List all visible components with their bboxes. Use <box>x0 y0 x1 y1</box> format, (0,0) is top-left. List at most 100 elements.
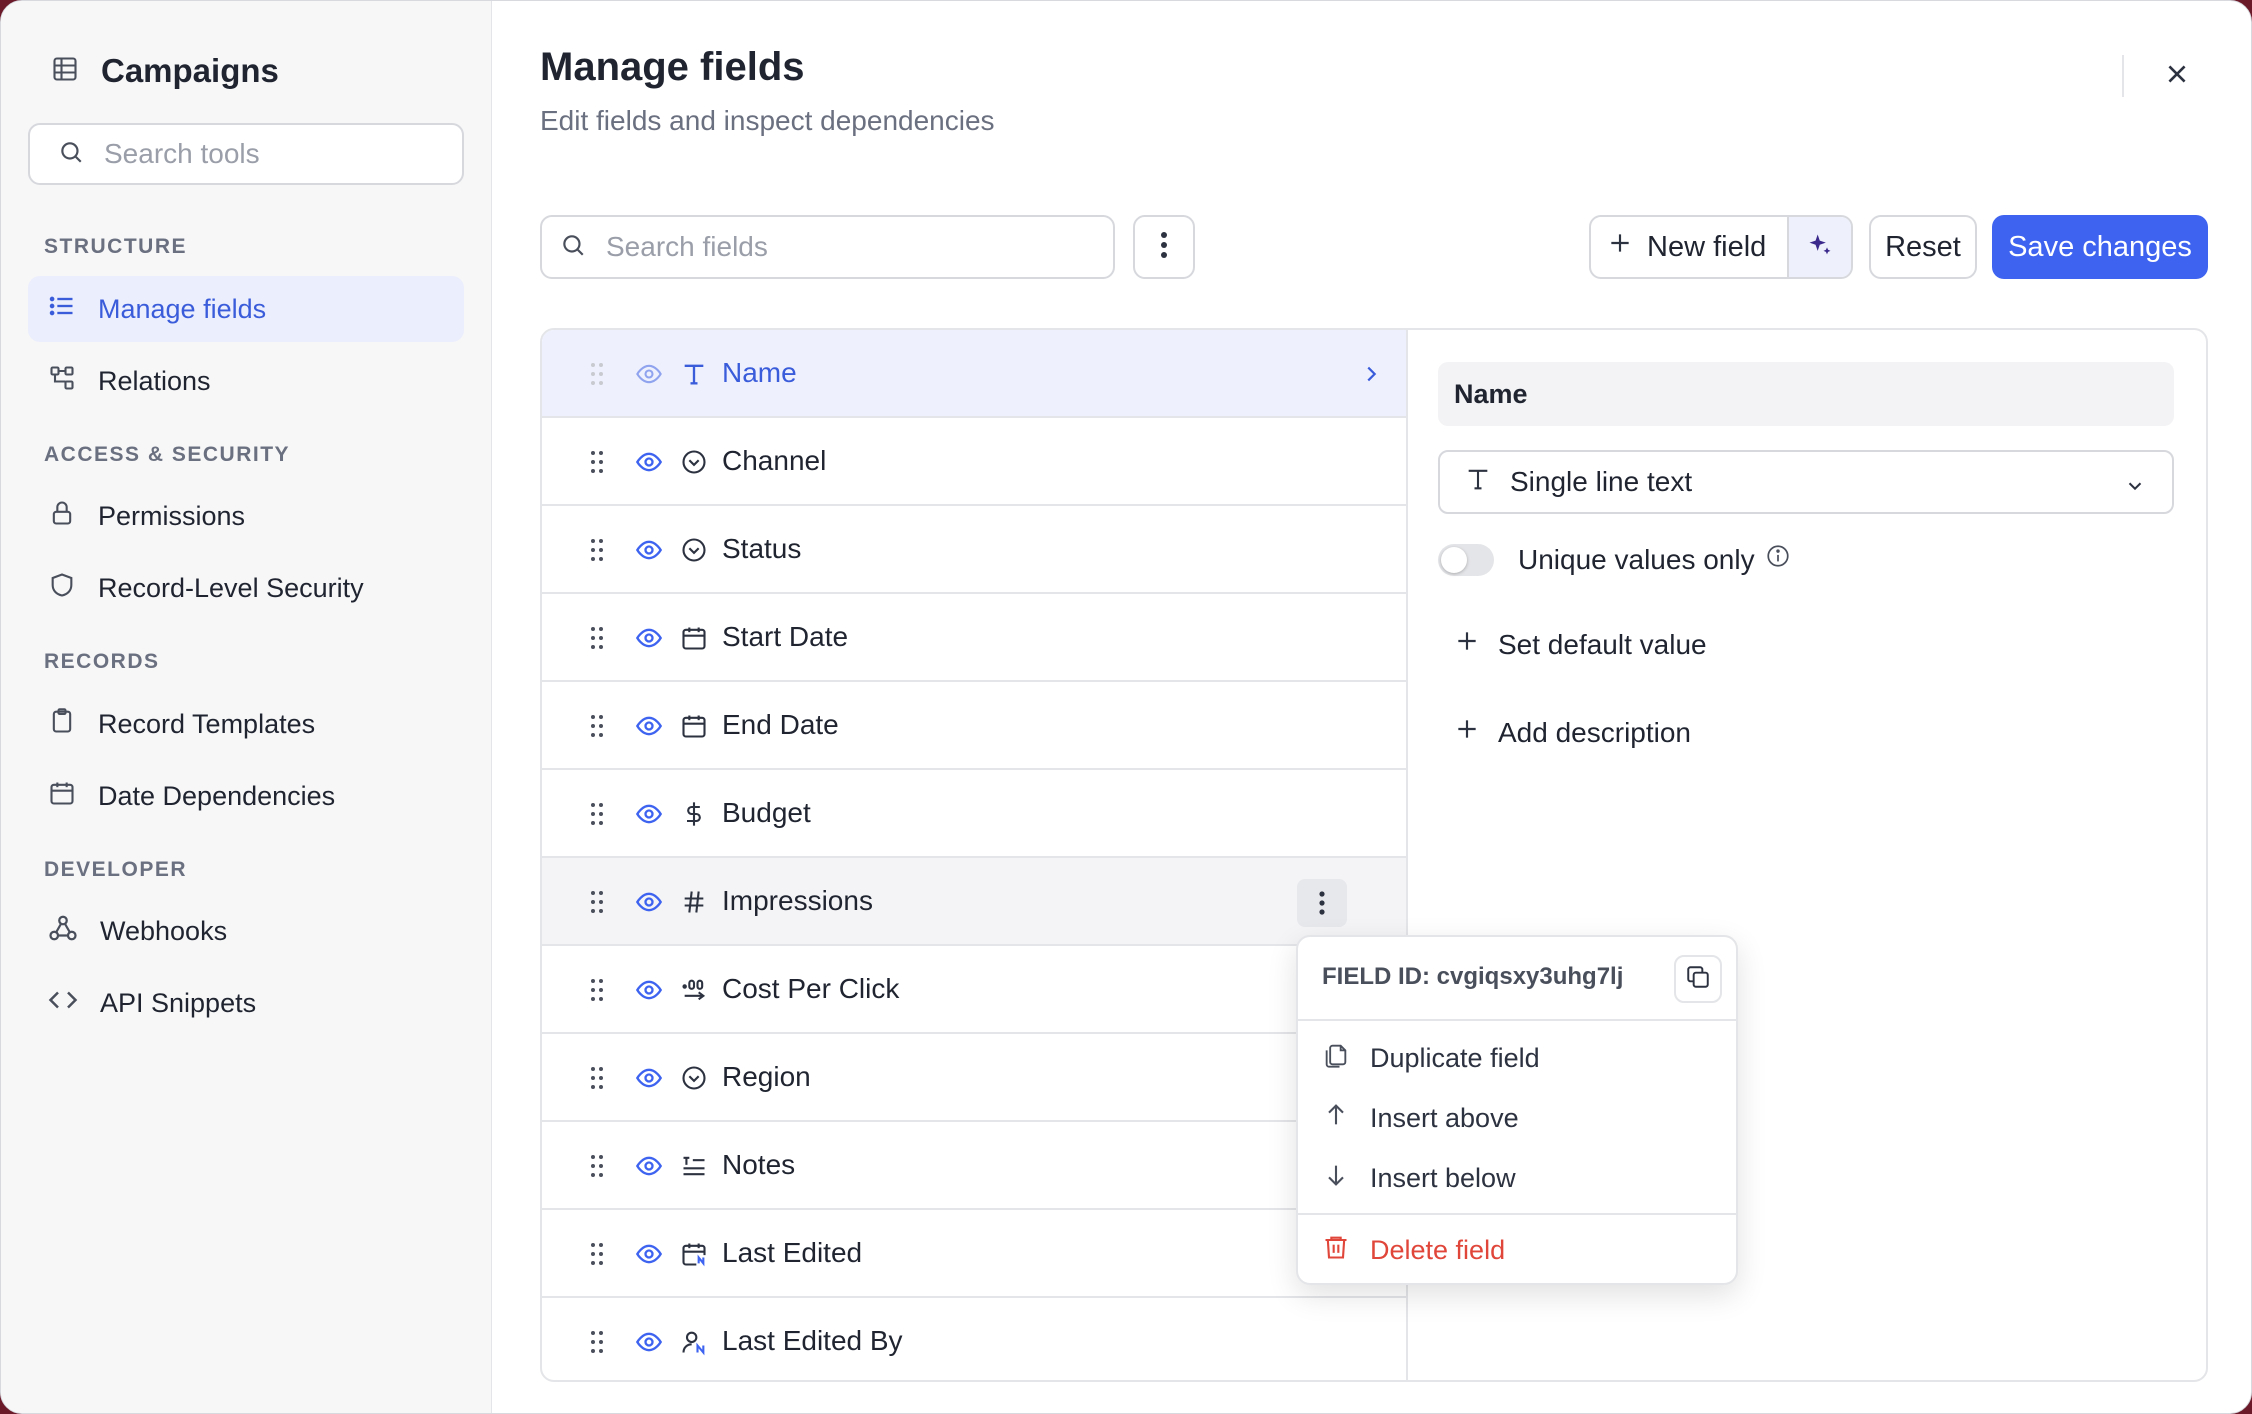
field-options-button[interactable] <box>1297 879 1347 927</box>
list-icon <box>48 292 76 327</box>
search-icon <box>560 232 586 263</box>
field-search[interactable] <box>540 215 1115 279</box>
eye-icon[interactable] <box>634 976 664 1009</box>
drag-handle-icon[interactable] <box>590 977 604 1008</box>
tool-search-input[interactable] <box>102 137 446 171</box>
close-button[interactable] <box>2156 55 2198 97</box>
eye-icon[interactable] <box>634 1240 664 1273</box>
field-label: Channel <box>722 445 827 476</box>
header-divider <box>2122 55 2124 97</box>
eye-icon[interactable] <box>634 1328 664 1361</box>
plus-icon <box>1454 716 1480 749</box>
field-row-status[interactable]: Status <box>542 506 1406 594</box>
reset-button[interactable]: Reset <box>1869 215 1977 279</box>
drag-handle-icon[interactable] <box>590 537 604 568</box>
field-list: Name Channel Status Start Date End Date … <box>542 330 1408 1380</box>
drag-handle-icon[interactable] <box>590 449 604 480</box>
field-search-input[interactable] <box>604 230 1088 264</box>
field-row-last-edited[interactable]: Last Edited <box>542 1210 1406 1298</box>
drag-handle-icon[interactable] <box>590 1329 604 1360</box>
field-label: Start Date <box>722 621 849 652</box>
field-row-end-date[interactable]: End Date <box>542 682 1406 770</box>
field-row-budget[interactable]: Budget <box>542 770 1406 858</box>
page-title: Manage fields <box>540 45 805 89</box>
field-label: Notes <box>722 1149 796 1180</box>
sidebar-item-manage-fields[interactable]: Manage fields <box>28 276 464 342</box>
decimal-type-icon <box>680 976 708 1009</box>
sidebar-item-label: Manage fields <box>98 293 267 324</box>
more-options-button[interactable] <box>1133 215 1195 279</box>
drag-handle-icon[interactable] <box>590 1065 604 1096</box>
select-type-icon <box>680 1064 708 1097</box>
sidebar-item-api-snippets[interactable]: API Snippets <box>28 970 464 1036</box>
date-type-icon <box>680 624 708 657</box>
delete-field-menu-item[interactable]: Delete field <box>1322 1233 1505 1268</box>
drag-handle-icon[interactable] <box>590 625 604 656</box>
new-field-button[interactable]: New field <box>1591 217 1787 277</box>
insert-below-menu-item[interactable]: Insert below <box>1322 1161 1516 1196</box>
sidebar-item-date-dependencies[interactable]: Date Dependencies <box>28 763 464 829</box>
ai-field-button[interactable] <box>1787 217 1851 277</box>
sidebar-item-webhooks[interactable]: Webhooks <box>28 898 464 964</box>
date-type-icon <box>680 712 708 745</box>
drag-handle-icon[interactable] <box>590 361 604 392</box>
eye-icon[interactable] <box>634 1064 664 1097</box>
webhook-icon <box>48 913 78 950</box>
field-type-select[interactable]: Single line text <box>1438 450 2174 514</box>
eye-icon[interactable] <box>634 536 664 569</box>
field-row-name[interactable]: Name <box>542 330 1406 418</box>
field-row-channel[interactable]: Channel <box>542 418 1406 506</box>
eye-icon[interactable] <box>634 448 664 481</box>
drag-handle-icon[interactable] <box>590 889 604 920</box>
set-default-value-button[interactable]: Set default value <box>1454 628 1707 661</box>
relations-icon <box>48 364 76 399</box>
section-access-security: ACCESS & SECURITY <box>44 443 291 466</box>
arrow-up-icon <box>1322 1101 1350 1136</box>
drag-handle-icon[interactable] <box>590 1153 604 1184</box>
duplicate-field-menu-item[interactable]: Duplicate field <box>1322 1041 1540 1076</box>
lock-icon <box>48 499 76 534</box>
plus-icon <box>1454 628 1480 661</box>
field-row-last-edited-by[interactable]: Last Edited By <box>542 1298 1406 1380</box>
set-default-value-label: Set default value <box>1498 628 1707 660</box>
eye-icon[interactable] <box>634 1152 664 1185</box>
clipboard-icon <box>48 707 76 742</box>
eye-icon[interactable] <box>634 888 664 921</box>
info-icon[interactable] <box>1765 543 1791 576</box>
eye-icon[interactable] <box>634 800 664 833</box>
code-icon <box>48 985 78 1022</box>
sidebar-item-record-templates[interactable]: Record Templates <box>28 691 464 757</box>
drag-handle-icon[interactable] <box>590 1241 604 1272</box>
field-row-notes[interactable]: Notes <box>542 1122 1406 1210</box>
sidebar-item-relations[interactable]: Relations <box>28 348 464 414</box>
add-description-label: Add description <box>1498 716 1692 748</box>
duplicate-field-label: Duplicate field <box>1370 1043 1540 1073</box>
delete-field-label: Delete field <box>1370 1235 1506 1265</box>
copy-field-id-button[interactable] <box>1674 955 1722 1003</box>
shield-icon <box>48 571 76 606</box>
unique-values-label: Unique values only <box>1518 543 1755 575</box>
add-description-button[interactable]: Add description <box>1454 716 1691 749</box>
tool-search[interactable] <box>28 123 464 185</box>
field-row-cost-per-click[interactable]: Cost Per Click <box>542 946 1406 1034</box>
unique-values-toggle[interactable] <box>1438 544 1494 576</box>
field-row-impressions[interactable]: Impressions <box>542 858 1406 946</box>
insert-below-label: Insert below <box>1370 1163 1516 1193</box>
duplicate-icon <box>1322 1041 1350 1076</box>
eye-icon[interactable] <box>634 624 664 657</box>
eye-icon[interactable] <box>634 712 664 745</box>
field-name-input[interactable]: Name <box>1438 362 2174 426</box>
save-changes-button[interactable]: Save changes <box>1992 215 2208 279</box>
insert-above-menu-item[interactable]: Insert above <box>1322 1101 1519 1136</box>
new-field-group: New field <box>1589 215 1853 279</box>
sidebar-item-record-level-security[interactable]: Record-Level Security <box>28 555 464 621</box>
field-row-region[interactable]: Region <box>542 1034 1406 1122</box>
field-label: Status <box>722 533 802 564</box>
sidebar-item-label: Record Templates <box>98 708 316 739</box>
eye-icon[interactable] <box>634 360 664 393</box>
field-row-start-date[interactable]: Start Date <box>542 594 1406 682</box>
arrow-down-icon <box>1322 1161 1350 1196</box>
sidebar-item-permissions[interactable]: Permissions <box>28 483 464 549</box>
drag-handle-icon[interactable] <box>590 801 604 832</box>
drag-handle-icon[interactable] <box>590 713 604 744</box>
